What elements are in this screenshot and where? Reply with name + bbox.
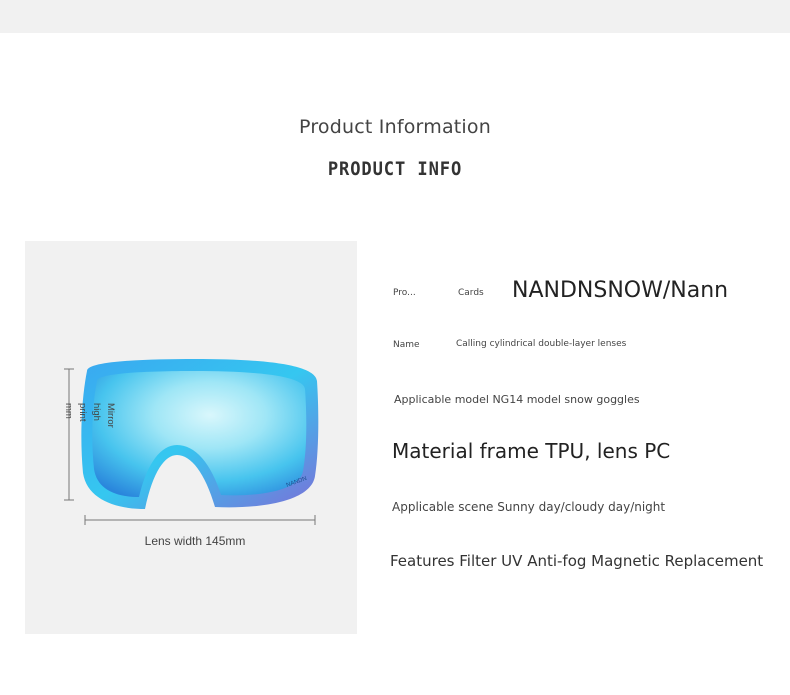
lens-width-label: Lens width 145mm xyxy=(144,534,246,548)
lens-inner xyxy=(92,371,307,497)
material: Material frame TPU, lens PC xyxy=(392,439,671,463)
brand-key: Cards xyxy=(458,288,484,298)
goggle-lens-illustration: NANDN xyxy=(64,359,319,525)
section-title: Product Information xyxy=(299,116,491,138)
top-band xyxy=(0,0,790,33)
applicable-scene: Applicable scene Sunny day/cloudy day/ni… xyxy=(392,500,666,514)
brand-value: NANDNSNOW/Nann xyxy=(512,278,729,303)
name-label: Name xyxy=(393,340,420,350)
applicable-model: Applicable model NG14 model snow goggles xyxy=(394,393,640,406)
width-dimension xyxy=(84,515,316,525)
name-value: Calling cylindrical double-layer lenses xyxy=(456,339,627,349)
product-image-panel: NANDN Mirror high print mm Lens width 14… xyxy=(25,241,357,634)
section-subtitle: PRODUCT INFO xyxy=(327,158,463,180)
lens-height-label: Mirror high print mm xyxy=(63,403,116,428)
brand-label: Pro... xyxy=(393,288,416,298)
features: Features Filter UV Anti-fog Magnetic Rep… xyxy=(390,552,764,570)
